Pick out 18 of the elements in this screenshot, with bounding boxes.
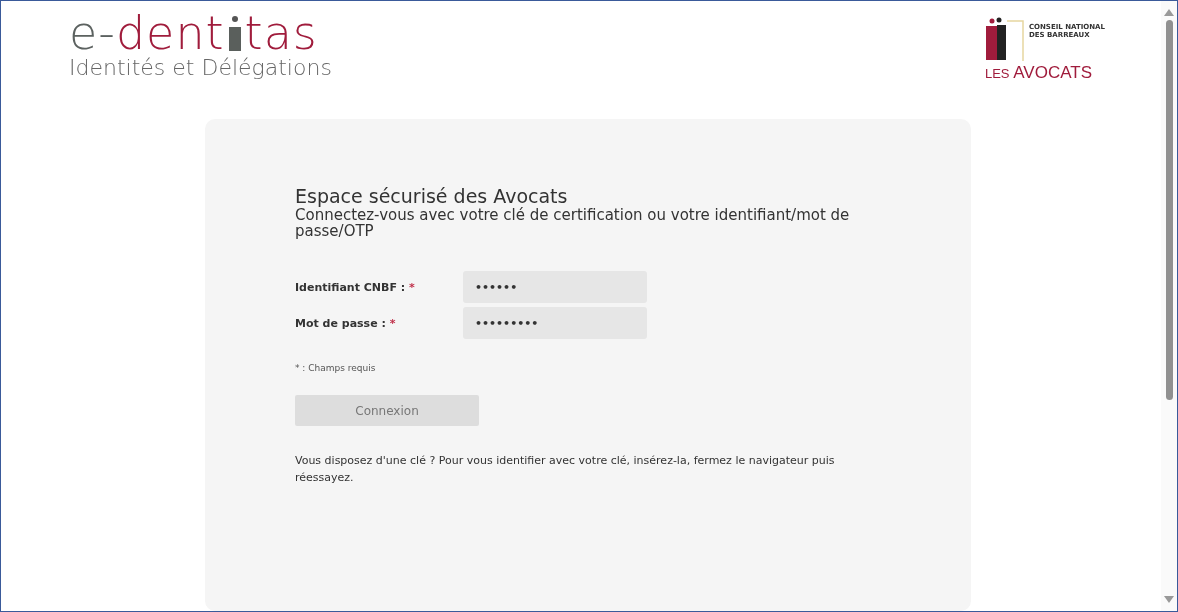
input-field[interactable]: •••••• [463, 271, 647, 303]
logo-prefix: e- [69, 11, 116, 55]
scroll-up-icon[interactable] [1164, 9, 1174, 16]
login-title: Espace sécurisé des Avocats [295, 185, 568, 207]
required-note: * : Champs requis [295, 363, 377, 373]
input-field[interactable]: ••••••••• [463, 307, 647, 339]
login-subtitle: Connectez-vous avec votre clé de certification ou votre identifiant/mot de passe/OTP [295, 207, 851, 239]
scrollbar[interactable] [1161, 1, 1177, 611]
partner-logo-text: LES AVOCATS [984, 63, 1093, 83]
logo-text: tas [244, 11, 318, 55]
people-emblem-icon [984, 17, 1025, 61]
scroll-down-icon[interactable] [1164, 596, 1174, 603]
key-info-text: Vous disposez d'une clé ? Pour vous identifier avec votre clé, insérez-la, fermez le navigateur puis réessayez. [295, 453, 836, 486]
field-label: Mot de passe : * [295, 316, 397, 330]
logo-tagline: Identités et Délégations [69, 55, 332, 81]
field-label: Identifiant CNBF : * [295, 280, 416, 294]
scroll-thumb[interactable] [1165, 20, 1173, 400]
logo-text: dent [115, 11, 225, 55]
